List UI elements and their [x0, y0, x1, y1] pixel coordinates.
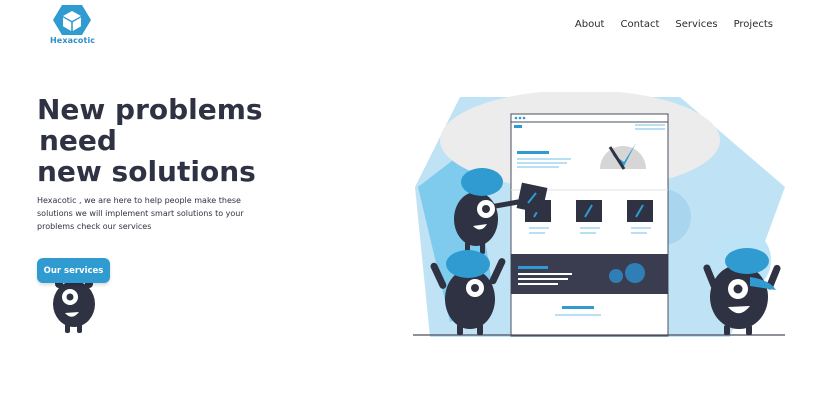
hero-title-line-1: New problems [37, 93, 263, 126]
logo[interactable]: Hexacotic [50, 4, 96, 46]
nav-link-contact[interactable]: Contact [620, 19, 659, 30]
hero-description: Hexacotic , we are here to help people m… [37, 196, 244, 231]
hero-title: New problems need new solutions [37, 94, 263, 187]
hero-title-line-3: new solutions [37, 155, 256, 188]
nav-link-projects[interactable]: Projects [734, 19, 773, 30]
nav-link-services[interactable]: Services [675, 19, 717, 30]
cube-logo-icon [53, 5, 91, 35]
brand-name: Hexacotic [50, 36, 96, 45]
hero-title-line-2: need [39, 124, 117, 157]
hero-illustration [413, 92, 785, 337]
our-services-button[interactable]: Our services [37, 258, 110, 283]
main-nav: About Contact Services Projects [575, 19, 773, 30]
nav-link-about[interactable]: About [575, 19, 605, 30]
